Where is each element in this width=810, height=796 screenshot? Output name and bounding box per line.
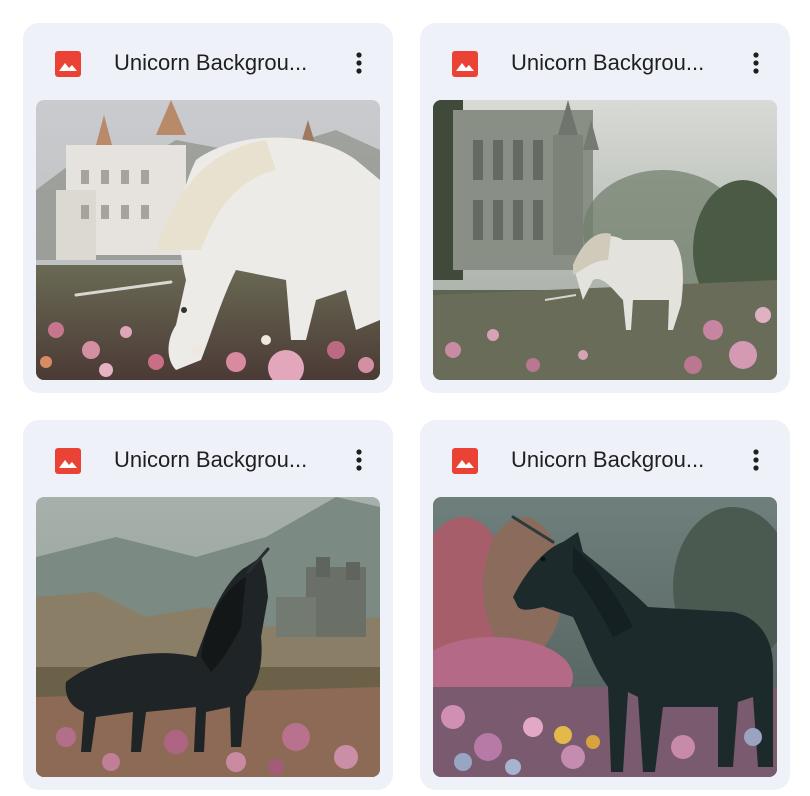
file-thumbnail[interactable] <box>36 497 380 777</box>
file-card[interactable]: Unicorn Backgrou... <box>420 23 790 393</box>
more-options-button[interactable] <box>341 442 377 478</box>
image-file-icon <box>452 448 478 474</box>
file-card-header: Unicorn Backgrou... <box>420 23 790 101</box>
file-title[interactable]: Unicorn Backgrou... <box>114 49 339 77</box>
image-file-icon <box>452 51 478 77</box>
file-thumbnail[interactable] <box>433 497 777 777</box>
image-file-icon <box>55 51 81 77</box>
file-thumbnail[interactable] <box>433 100 777 380</box>
thumbnail-white-unicorn-misty-castle <box>433 100 777 380</box>
file-title[interactable]: Unicorn Backgrou... <box>511 49 736 77</box>
file-thumbnail[interactable] <box>36 100 380 380</box>
file-card[interactable]: Unicorn Backgrou... <box>23 420 393 790</box>
more-options-button[interactable] <box>738 442 774 478</box>
more-options-button[interactable] <box>341 45 377 81</box>
thumbnail-black-unicorn-pink-forest <box>433 497 777 777</box>
more-vert-icon <box>753 52 759 74</box>
file-card[interactable]: Unicorn Backgrou... <box>420 420 790 790</box>
image-file-icon <box>55 448 81 474</box>
more-options-button[interactable] <box>738 45 774 81</box>
more-vert-icon <box>356 52 362 74</box>
file-title[interactable]: Unicorn Backgrou... <box>114 446 339 474</box>
file-card-header: Unicorn Backgrou... <box>420 420 790 498</box>
more-vert-icon <box>753 449 759 471</box>
more-vert-icon <box>356 449 362 471</box>
file-grid: Unicorn Backgrou... Unicorn Backgrou... … <box>0 0 810 796</box>
file-card-header: Unicorn Backgrou... <box>23 23 393 101</box>
thumbnail-white-unicorn-grazing <box>36 100 380 380</box>
file-card[interactable]: Unicorn Backgrou... <box>23 23 393 393</box>
file-card-header: Unicorn Backgrou... <box>23 420 393 498</box>
file-title[interactable]: Unicorn Backgrou... <box>511 446 736 474</box>
thumbnail-black-unicorn-ruined-castle <box>36 497 380 777</box>
